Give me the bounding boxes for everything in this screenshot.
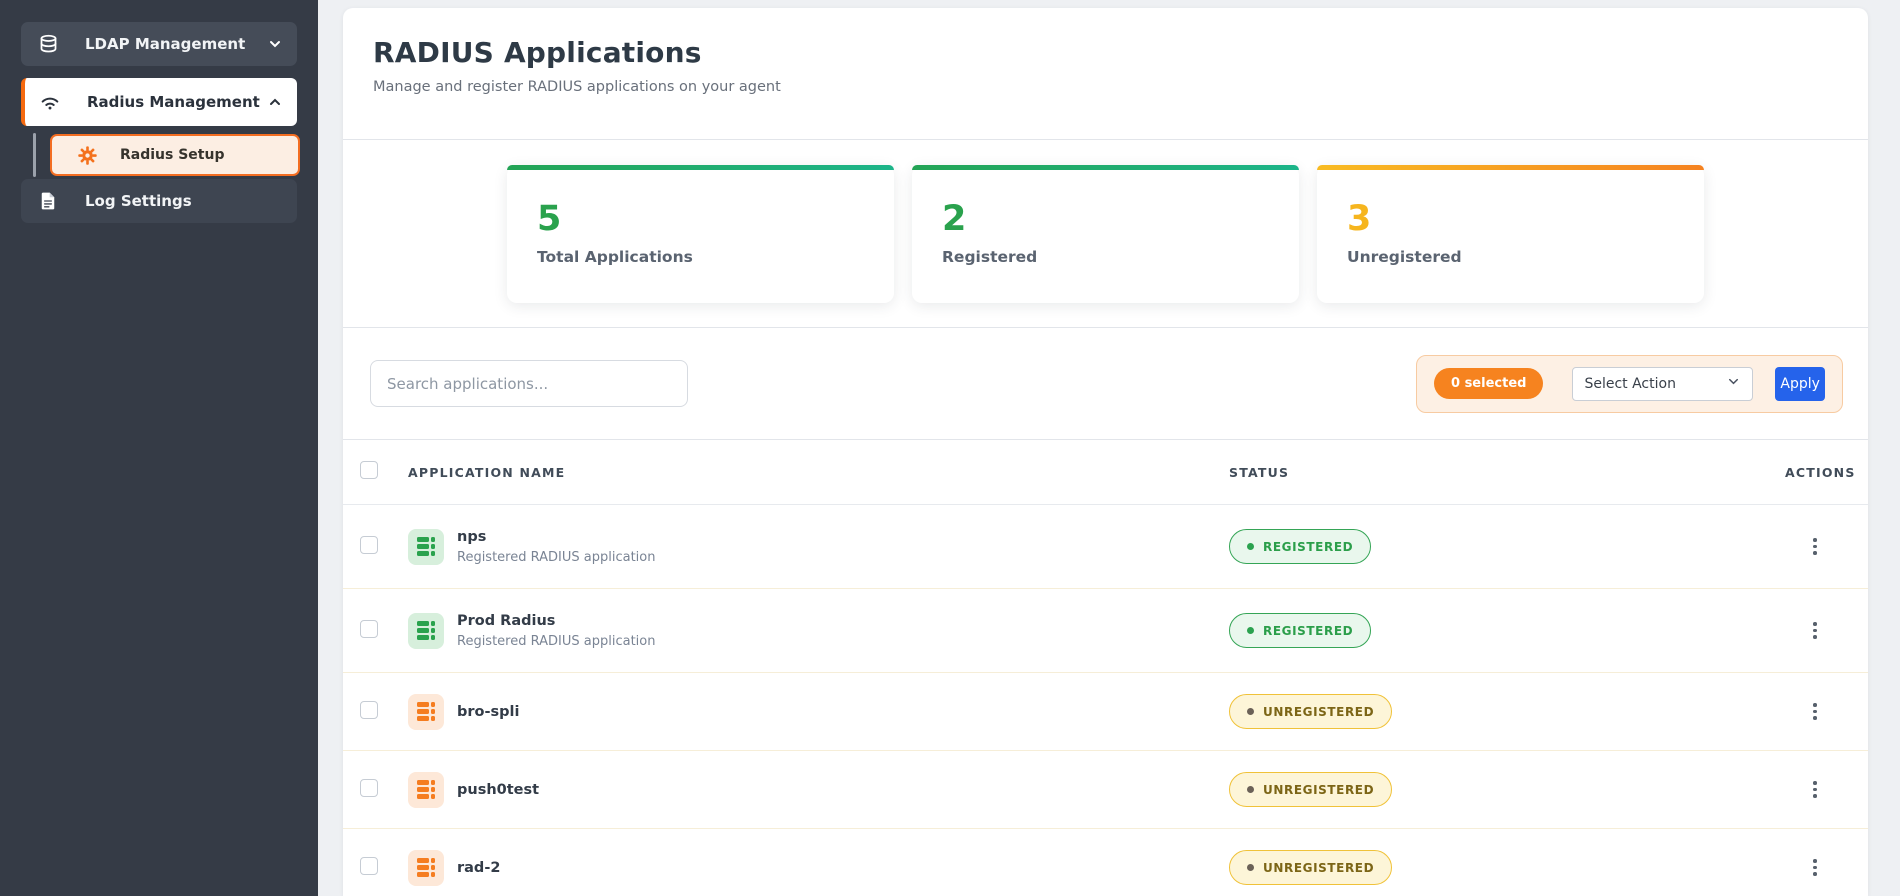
apply-button[interactable]: Apply — [1775, 366, 1825, 401]
sidebar-item-label: Radius Setup — [120, 147, 225, 163]
stat-value: 2 — [942, 198, 967, 239]
selected-count-badge: 0 selected — [1434, 368, 1544, 399]
server-icon — [408, 771, 444, 808]
status-dot-icon — [1247, 864, 1254, 871]
server-icon — [408, 528, 444, 565]
application-name: push0test — [457, 781, 540, 798]
sidebar: LDAP Management Radius Management Radius… — [0, 0, 318, 896]
table-row: nps Registered RADIUS application REGIST… — [343, 505, 1868, 589]
table-header: APPLICATION NAME STATUS ACTIONS — [343, 440, 1868, 505]
stat-label: Registered — [942, 247, 1038, 266]
row-checkbox[interactable] — [360, 856, 378, 875]
search-input[interactable] — [370, 360, 688, 407]
database-icon — [37, 33, 59, 55]
table-row: bro-spli UNREGISTERED — [343, 673, 1868, 751]
stat-card-unregistered: 3 Unregistered — [1317, 164, 1704, 303]
kebab-menu-icon[interactable] — [1805, 699, 1825, 724]
sidebar-item-ldap-management[interactable]: LDAP Management — [21, 22, 297, 66]
sidebar-item-radius-setup[interactable]: Radius Setup — [50, 134, 300, 176]
row-checkbox[interactable] — [360, 619, 378, 638]
column-header-actions: ACTIONS — [1785, 464, 1856, 480]
chevron-down-icon — [267, 36, 283, 52]
application-name: nps — [457, 528, 487, 545]
stat-label: Total Applications — [537, 247, 693, 266]
stat-label: Unregistered — [1347, 247, 1462, 266]
select-all-checkbox[interactable] — [360, 461, 378, 479]
sidebar-item-label: Log Settings — [85, 192, 192, 210]
status-badge: UNREGISTERED — [1229, 694, 1393, 729]
sidebar-item-log-settings[interactable]: Log Settings — [21, 179, 297, 223]
stats-row: 5 Total Applications 2 Registered 3 Unre… — [343, 140, 1868, 328]
kebab-menu-icon[interactable] — [1805, 618, 1825, 643]
status-badge: UNREGISTERED — [1229, 772, 1393, 807]
action-select-value: Select Action — [1584, 375, 1676, 392]
application-name: rad-2 — [457, 859, 501, 876]
action-select[interactable]: Select Action — [1572, 366, 1754, 401]
stat-value: 3 — [1347, 198, 1372, 239]
kebab-menu-icon[interactable] — [1805, 855, 1825, 880]
page-header: RADIUS Applications Manage and register … — [343, 8, 1868, 140]
status-dot-icon — [1247, 627, 1254, 634]
stat-card-registered: 2 Registered — [912, 164, 1299, 303]
status-dot-icon — [1247, 543, 1254, 550]
row-checkbox[interactable] — [360, 778, 378, 797]
wifi-icon — [39, 91, 61, 113]
application-subtitle: Registered RADIUS application — [457, 549, 656, 565]
sidebar-item-label: Radius Management — [87, 93, 260, 111]
kebab-menu-icon[interactable] — [1805, 534, 1825, 559]
table-row: rad-2 UNREGISTERED — [343, 829, 1868, 896]
bulk-action-bar: 0 selected Select Action Apply — [1416, 354, 1843, 413]
gear-icon — [76, 144, 98, 166]
stat-card-total: 5 Total Applications — [507, 164, 894, 303]
status-dot-icon — [1247, 786, 1254, 793]
row-checkbox[interactable] — [360, 535, 378, 554]
sidebar-item-label: LDAP Management — [85, 35, 246, 53]
sidebar-item-radius-management[interactable]: Radius Management — [21, 78, 297, 126]
column-header-status: STATUS — [1229, 464, 1290, 480]
toolbar: 0 selected Select Action Apply — [343, 328, 1868, 440]
status-dot-icon — [1247, 708, 1254, 715]
stat-value: 5 — [537, 198, 562, 239]
kebab-menu-icon[interactable] — [1805, 777, 1825, 802]
status-badge: REGISTERED — [1229, 529, 1372, 564]
row-checkbox[interactable] — [360, 700, 378, 719]
server-icon — [408, 693, 444, 730]
table-row: push0test UNREGISTERED — [343, 751, 1868, 829]
page-subtitle: Manage and register RADIUS applications … — [373, 79, 781, 95]
chevron-up-icon — [267, 94, 283, 110]
document-icon — [37, 190, 59, 212]
application-name: bro-spli — [457, 703, 520, 720]
server-icon — [408, 612, 444, 649]
tree-indent-line — [33, 133, 36, 177]
application-name: Prod Radius — [457, 612, 556, 629]
table-row: Prod Radius Registered RADIUS applicatio… — [343, 589, 1868, 673]
server-icon — [408, 849, 444, 886]
main-content: RADIUS Applications Manage and register … — [343, 8, 1868, 896]
status-badge: UNREGISTERED — [1229, 850, 1393, 885]
chevron-down-icon — [1726, 374, 1741, 393]
column-header-application-name: APPLICATION NAME — [408, 464, 566, 480]
status-badge: REGISTERED — [1229, 613, 1372, 648]
page-title: RADIUS Applications — [373, 36, 702, 69]
application-subtitle: Registered RADIUS application — [457, 633, 656, 649]
